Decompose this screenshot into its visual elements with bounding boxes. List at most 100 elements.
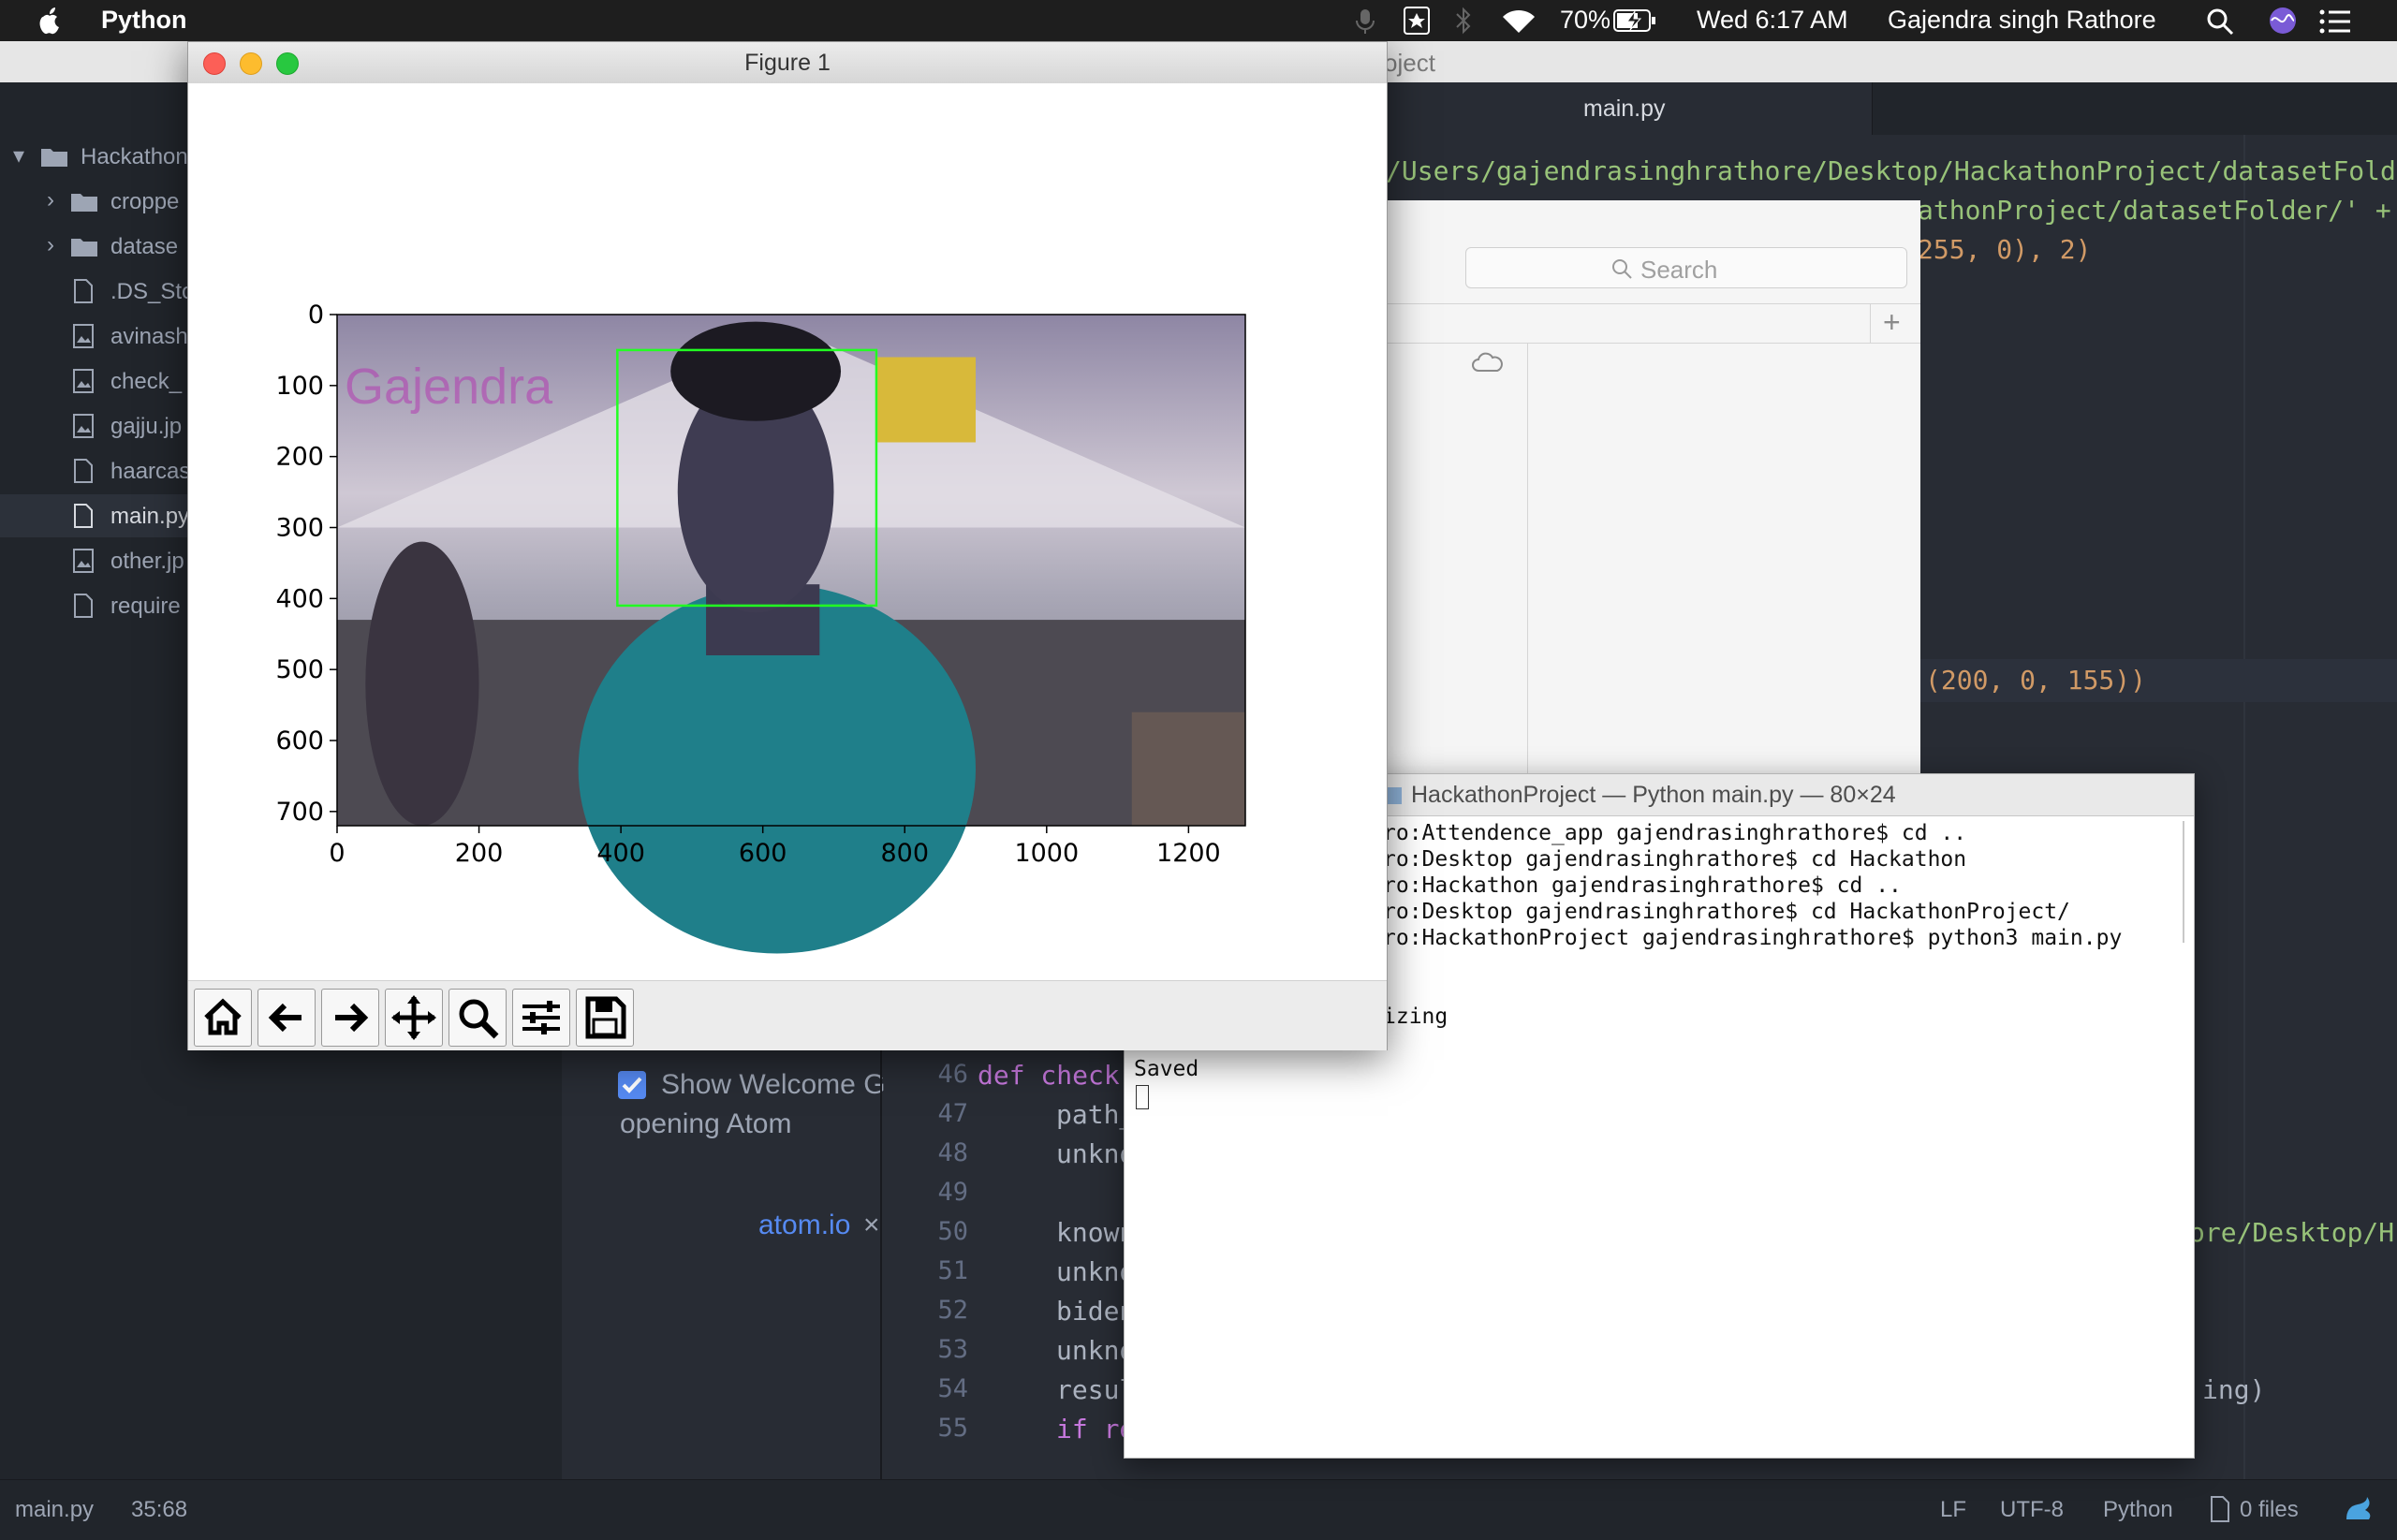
zoom-button[interactable] [449, 989, 507, 1047]
home-icon [204, 998, 242, 1035]
wifi-icon[interactable] [1500, 7, 1537, 36]
tree-item-label: check_ [110, 369, 183, 394]
home-button[interactable] [194, 989, 252, 1047]
zoom-icon [459, 999, 499, 1039]
terminal-line: Saved [1134, 1057, 1199, 1081]
notification-center-icon[interactable] [2318, 7, 2352, 36]
bookmark-app-icon[interactable] [1403, 6, 1431, 36]
code-line: /Users/gajendrasinghrathore/Desktop/Hack… [1386, 155, 2397, 186]
back-button[interactable] [257, 989, 316, 1047]
line-number: 51 [937, 1256, 968, 1285]
figure-toolbar [188, 980, 1387, 1050]
status-file[interactable]: main.py [15, 1497, 94, 1523]
y-tick-label: 100 [275, 372, 324, 401]
y-tick-label: 600 [275, 726, 324, 755]
minimize-window-button[interactable] [240, 52, 262, 75]
file-icon [74, 279, 93, 303]
status-files-count[interactable]: 0 files [2240, 1497, 2299, 1523]
plot-area: Gajendra 0 200 400 600 800 1000 1200 0 100 200 30… [275, 301, 1246, 954]
tab-main-py[interactable]: main.py [1386, 82, 1873, 135]
tree-item-label: gajju.jp [110, 414, 183, 439]
code-line: ing) [2202, 1374, 2266, 1405]
line-number-gutter: 46 47 48 49 50 51 52 53 54 55 [884, 1060, 968, 1449]
figure-canvas[interactable]: Gajendra 0 200 400 600 800 1000 1200 0 100 200 30… [188, 83, 1387, 980]
line-number: 55 [937, 1414, 968, 1443]
file-icon [74, 504, 93, 528]
image-file-icon [73, 414, 94, 438]
menubar-clock[interactable]: Wed 6:17 AM [1697, 6, 1848, 35]
file-icon [74, 594, 93, 618]
file-icon [74, 459, 93, 483]
chevron-down-icon: ▾ [13, 143, 25, 169]
search-input[interactable]: Search [1465, 247, 1907, 288]
code-line: def check [978, 1060, 1120, 1091]
atom-io-link[interactable]: atom.io [758, 1210, 850, 1241]
code-line: (200, 0, 155)) [1925, 665, 2147, 696]
divider [1387, 343, 1920, 344]
tree-item-label: require [110, 594, 181, 619]
show-welcome-label-2: opening Atom [620, 1108, 792, 1139]
chevron-right-icon: › [47, 232, 54, 257]
zoom-window-button[interactable] [276, 52, 299, 75]
terminal-scrollbar[interactable] [2183, 821, 2184, 943]
wrap-guide [2243, 135, 2245, 1479]
save-icon [585, 996, 626, 1039]
y-tick-label: 0 [308, 301, 324, 330]
column-divider [1527, 343, 1528, 783]
add-icon[interactable]: + [1883, 305, 1901, 340]
tree-item-label: avinash [110, 324, 188, 349]
tab-label: main.py [1583, 95, 1666, 122]
divider [1387, 303, 1920, 304]
y-tick-label: 500 [275, 655, 324, 684]
file-dialog: Search + [1386, 200, 1920, 783]
matplotlib-figure-window: Figure 1 Gajendra 0 200 400 600 800 1000… [187, 41, 1388, 1050]
configure-subplots-button[interactable] [512, 989, 570, 1047]
folder-icon [71, 194, 97, 212]
spotlight-search-icon[interactable] [2206, 7, 2234, 36]
battery-percent[interactable]: 70% [1560, 6, 1610, 35]
save-button[interactable] [576, 989, 634, 1047]
terminal-cursor [1136, 1085, 1149, 1109]
tree-root-label: Hackathon [81, 144, 188, 169]
apple-icon[interactable] [36, 6, 64, 36]
squirrel-icon[interactable] [2343, 1495, 2375, 1523]
image-file-icon [73, 369, 94, 393]
figure-title: Figure 1 [744, 50, 831, 76]
terminal-line: ro:Desktop gajendrasinghrathore$ cd Hack… [1383, 900, 2070, 924]
status-cursor-position[interactable]: 35:68 [131, 1497, 187, 1523]
status-line-ending[interactable]: LF [1940, 1497, 1966, 1523]
image-file-icon [73, 549, 94, 573]
battery-charging-icon[interactable] [1612, 7, 1657, 34]
cloud-icon [1472, 352, 1503, 372]
app-menu[interactable]: Python [101, 6, 187, 35]
pane-divider [880, 1049, 882, 1479]
line-number: 53 [937, 1335, 968, 1364]
line-number: 50 [937, 1217, 968, 1246]
siri-icon[interactable] [2268, 6, 2298, 36]
close-link-icon[interactable]: × [863, 1210, 880, 1241]
status-encoding[interactable]: UTF-8 [2000, 1497, 2064, 1523]
show-welcome-checkbox[interactable] [618, 1071, 646, 1099]
x-tick-label: 0 [329, 839, 345, 868]
forward-icon [335, 1003, 369, 1033]
bluetooth-icon[interactable] [1453, 6, 1474, 36]
y-tick-label: 700 [275, 798, 324, 827]
pan-button[interactable] [385, 989, 443, 1047]
configure-icon [522, 1001, 560, 1034]
y-tick-label: 300 [275, 514, 324, 543]
x-tick-label: 1000 [1014, 839, 1079, 868]
pan-icon [391, 995, 436, 1040]
microphone-icon[interactable] [1354, 7, 1376, 36]
image-file-icon [73, 324, 94, 348]
back-icon [268, 1003, 301, 1033]
close-window-button[interactable] [203, 52, 226, 75]
status-grammar[interactable]: Python [2103, 1497, 2173, 1523]
x-tick-label: 400 [596, 839, 645, 868]
y-axis-ticks: 0 100 200 300 400 500 600 700 [275, 301, 337, 827]
x-tick-label: 800 [880, 839, 929, 868]
forward-button[interactable] [321, 989, 379, 1047]
search-placeholder: Search [1640, 256, 1718, 284]
menubar-user[interactable]: Gajendra singh Rathore [1888, 6, 2156, 35]
atom-window-title: oject [1384, 49, 1435, 77]
welcome-guide-pane: Show Welcome G opening Atom atom.io × [562, 1049, 886, 1438]
